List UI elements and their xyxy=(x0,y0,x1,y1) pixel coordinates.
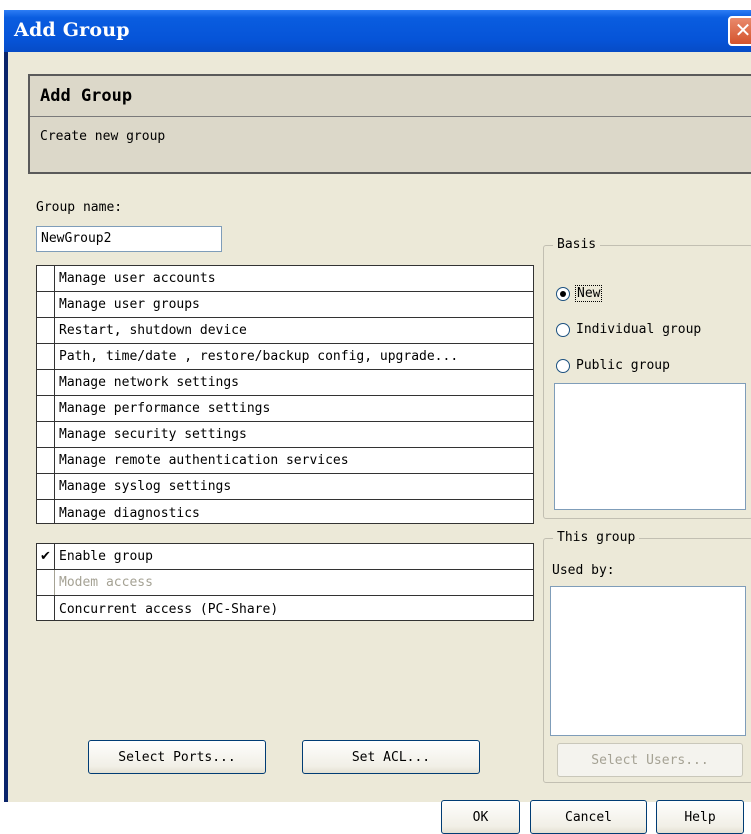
permission-checkbox[interactable] xyxy=(37,318,55,343)
window-title: Add Group xyxy=(14,19,130,41)
radio-individual-group-label: Individual group xyxy=(576,322,702,337)
radio-button[interactable] xyxy=(556,322,570,337)
permission-row[interactable]: Manage remote authentication services xyxy=(37,448,533,474)
permission-row[interactable]: Manage security settings xyxy=(37,422,533,448)
permission-row[interactable]: Manage user accounts xyxy=(37,266,533,292)
title-bar[interactable]: Add Group ✕ xyxy=(4,10,751,52)
permission-row[interactable]: Path, time/date , restore/backup config,… xyxy=(37,344,533,370)
permission-row[interactable]: Manage network settings xyxy=(37,370,533,396)
concurrent-access-label: Concurrent access (PC-Share) xyxy=(59,601,279,617)
permission-row[interactable]: Manage syslog settings xyxy=(37,474,533,500)
cancel-button[interactable]: Cancel xyxy=(530,800,647,834)
enable-group-row[interactable]: ✔ Enable group xyxy=(37,544,533,570)
permission-row[interactable]: Manage performance settings xyxy=(37,396,533,422)
permission-checkbox[interactable] xyxy=(37,448,55,473)
permission-label: Manage performance settings xyxy=(59,401,271,416)
permission-checkbox[interactable] xyxy=(37,474,55,499)
concurrent-access-row[interactable]: Concurrent access (PC-Share) xyxy=(37,596,533,620)
permission-checkbox[interactable] xyxy=(37,370,55,395)
radio-public-group-label: Public group xyxy=(576,358,670,373)
permission-row[interactable]: Manage diagnostics xyxy=(37,500,533,523)
radio-new-label: New xyxy=(574,285,603,302)
group-options-list: ✔ Enable group Modem access Concurrent ac… xyxy=(36,543,534,621)
close-icon: ✕ xyxy=(734,18,751,42)
permission-checkbox[interactable] xyxy=(37,344,55,369)
permission-label: Path, time/date , restore/backup config,… xyxy=(59,349,459,364)
header-panel: Add Group Create new group xyxy=(28,74,751,174)
permission-checkbox[interactable] xyxy=(37,396,55,421)
basis-group-listbox[interactable] xyxy=(554,383,746,510)
radio-button-selected[interactable] xyxy=(556,286,570,301)
modem-access-row: Modem access xyxy=(37,570,533,596)
modem-access-checkbox xyxy=(37,570,55,595)
permission-label: Manage security settings xyxy=(59,427,247,442)
permission-label: Manage user accounts xyxy=(59,271,216,286)
close-button[interactable]: ✕ xyxy=(728,16,751,46)
radio-new[interactable]: New xyxy=(556,285,603,302)
enable-group-label: Enable group xyxy=(59,549,153,564)
permission-label: Manage remote authentication services xyxy=(59,453,349,468)
basis-legend: Basis xyxy=(553,237,601,252)
select-ports-button[interactable]: Select Ports... xyxy=(88,740,266,774)
permission-checkbox[interactable] xyxy=(37,500,55,523)
permission-label: Manage diagnostics xyxy=(59,505,200,521)
permission-row[interactable]: Manage user groups xyxy=(37,292,533,318)
select-users-button: Select Users... xyxy=(557,743,743,777)
permission-label: Manage network settings xyxy=(59,375,240,390)
radio-public-group[interactable]: Public group xyxy=(556,358,670,373)
ok-button[interactable]: OK xyxy=(441,800,520,834)
dialog-window: Add Group ✕ Add Group Create new group G… xyxy=(4,10,751,834)
header-description: Create new group xyxy=(40,129,166,144)
radio-individual-group[interactable]: Individual group xyxy=(556,322,701,337)
permission-checkbox[interactable] xyxy=(37,422,55,447)
permission-checkbox[interactable] xyxy=(37,266,55,291)
radio-button[interactable] xyxy=(556,358,570,373)
help-button[interactable]: Help xyxy=(656,800,744,834)
permission-checkbox[interactable] xyxy=(37,292,55,317)
permission-label: Restart, shutdown device xyxy=(59,323,247,338)
dialog-body: Add Group Create new group Group name: N… xyxy=(8,52,751,834)
permission-label: Manage user groups xyxy=(59,297,200,312)
used-by-listbox[interactable] xyxy=(550,586,746,736)
group-name-input[interactable]: NewGroup2 xyxy=(36,226,222,252)
header-divider xyxy=(30,116,751,117)
header-title: Add Group xyxy=(40,86,133,106)
checkmark-icon: ✔ xyxy=(40,549,51,564)
this-group-legend: This group xyxy=(553,530,640,545)
group-name-label: Group name: xyxy=(36,200,123,215)
permission-label: Manage syslog settings xyxy=(59,479,232,494)
enable-group-checkbox[interactable]: ✔ xyxy=(37,544,55,569)
modem-access-label: Modem access xyxy=(59,575,153,590)
used-by-label: Used by: xyxy=(552,563,615,578)
permissions-list: Manage user accounts Manage user groups … xyxy=(36,265,534,524)
permission-row[interactable]: Restart, shutdown device xyxy=(37,318,533,344)
basis-groupbox: Basis New Individual group Public group xyxy=(543,237,751,519)
concurrent-access-checkbox[interactable] xyxy=(37,596,55,620)
set-acl-button[interactable]: Set ACL... xyxy=(302,740,480,774)
